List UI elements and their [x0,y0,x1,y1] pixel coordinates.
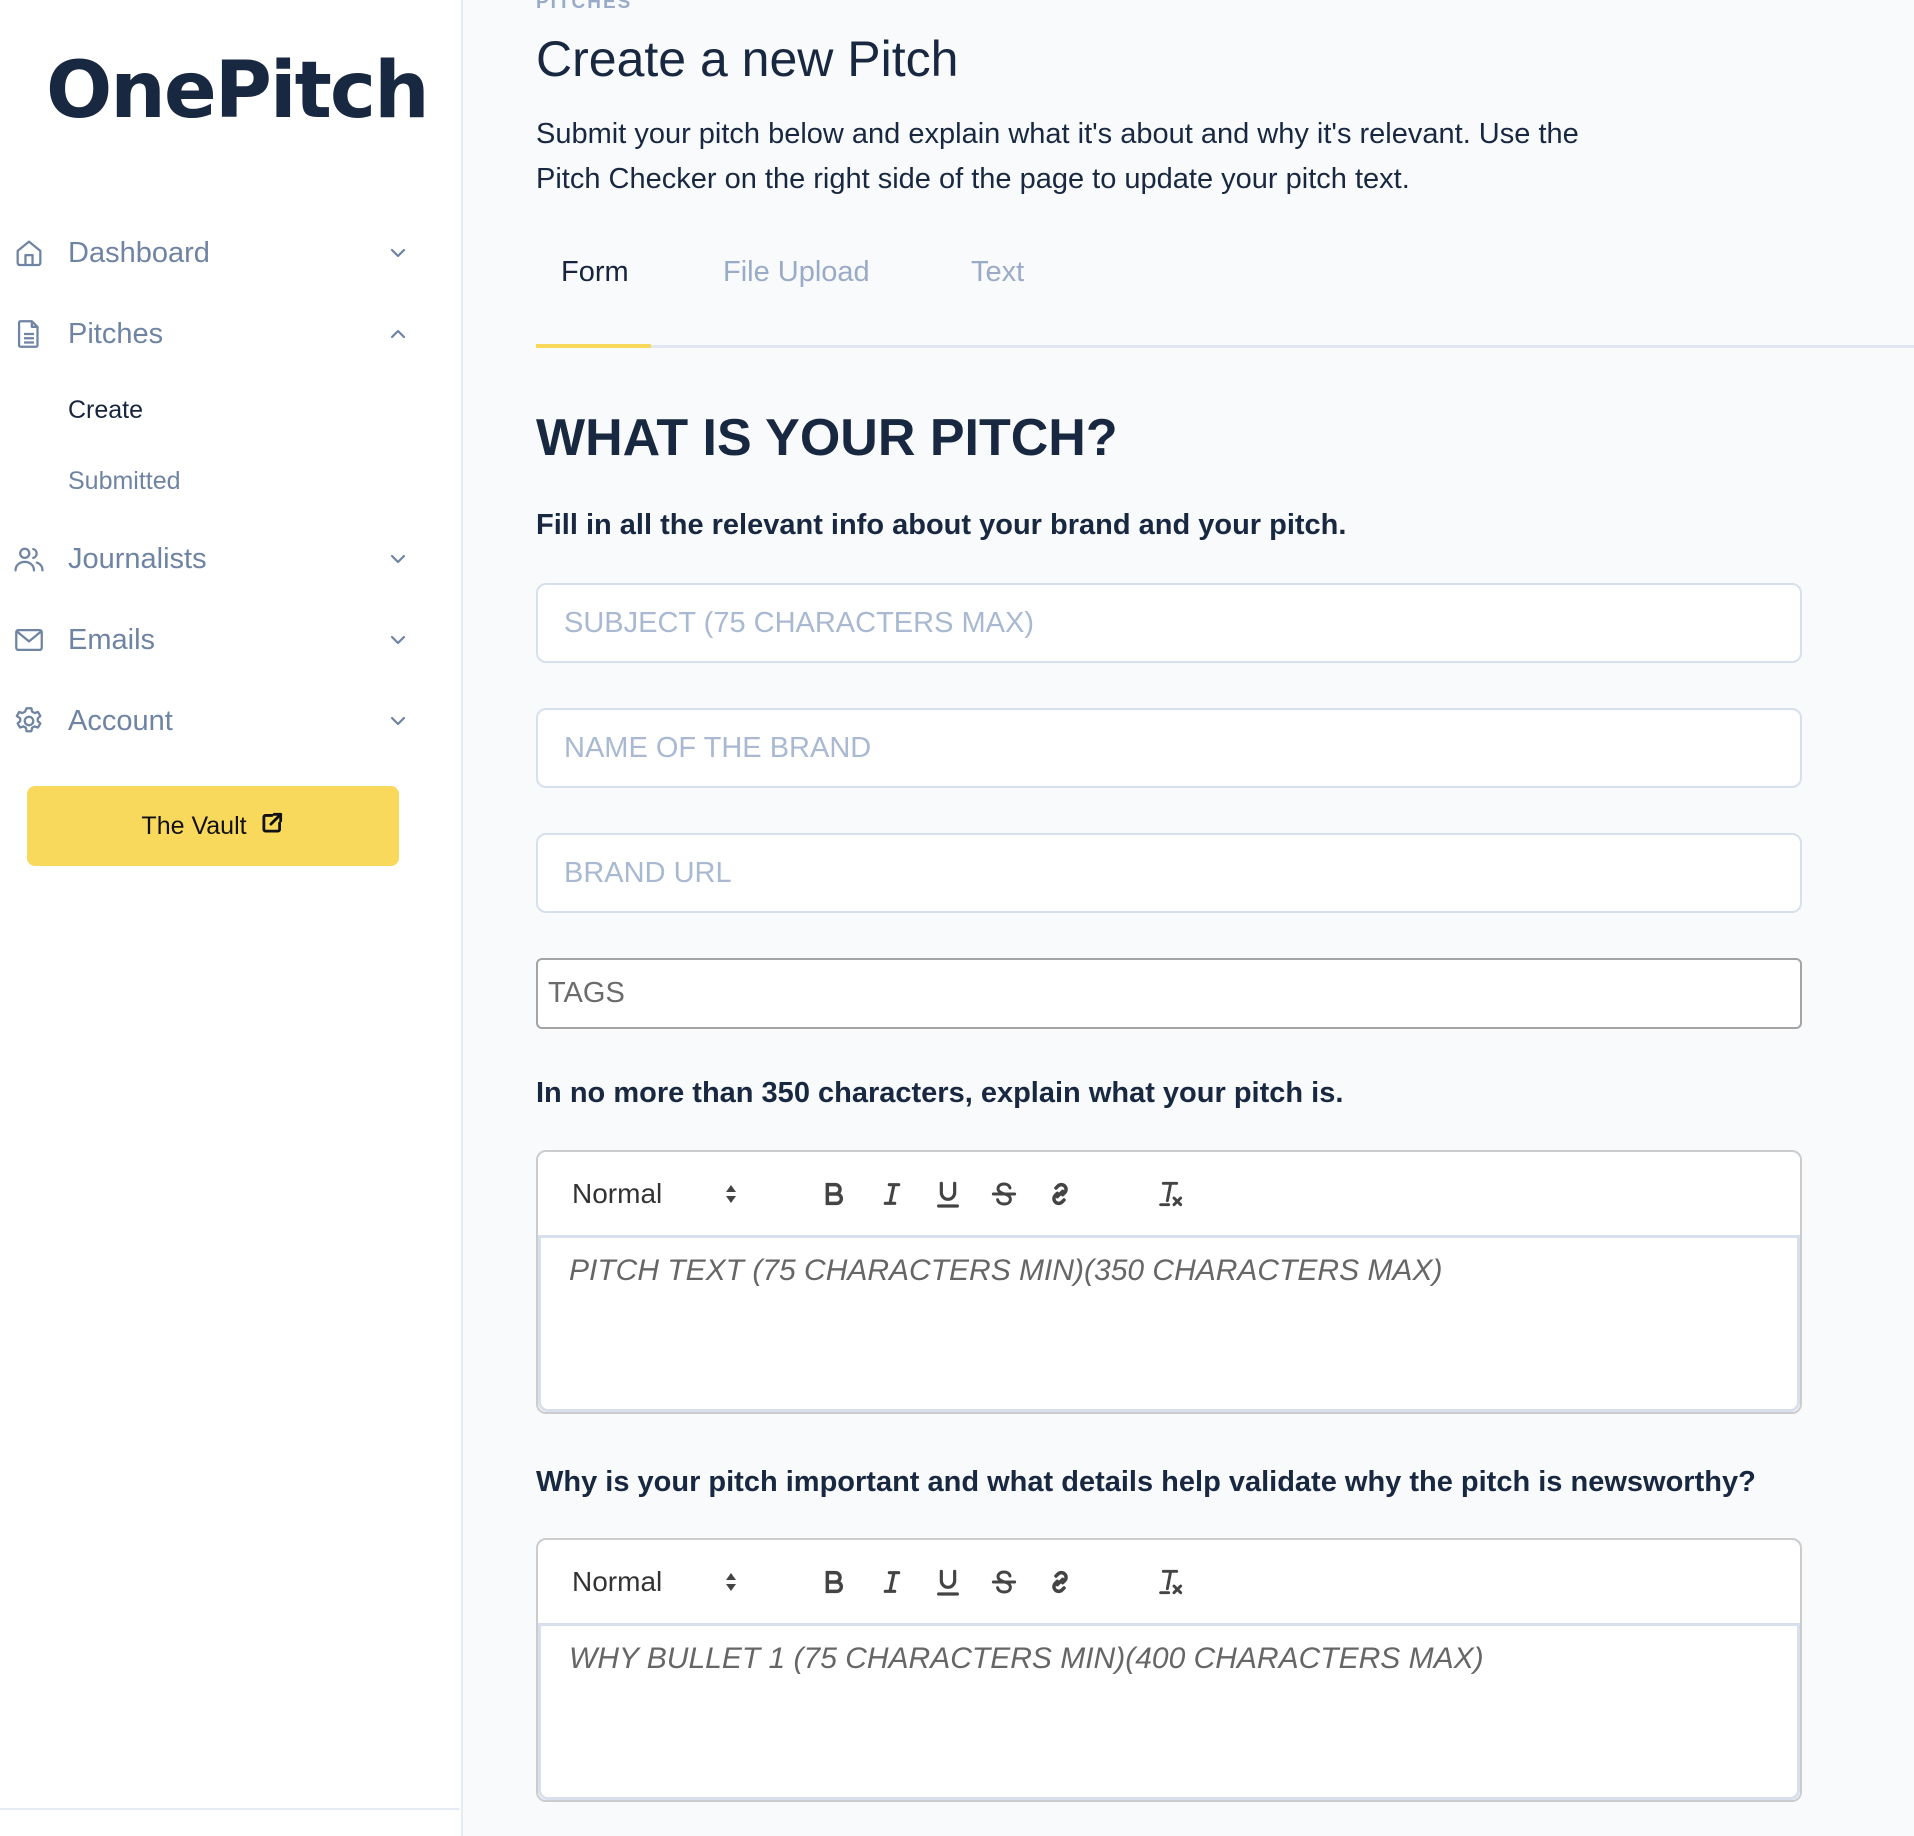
format-select[interactable]: Normal [572,1566,662,1598]
sidebar-subitem-submitted[interactable]: Submitted [68,467,181,496]
sidebar-footer-divider [0,1808,460,1810]
editor-placeholder: PITCH TEXT (75 CHARACTERS MIN)(350 CHARA… [569,1254,1443,1287]
sidebar-item-label: Journalists [68,542,207,575]
tags-input[interactable] [536,958,1802,1029]
chevron-up-icon[interactable] [386,322,410,346]
section-subheading: Fill in all the relevant info about your… [536,509,1347,541]
why-bullet-editor: Normal WHY BULLET 1 (75 CHARACTERS MIN)(… [536,1538,1802,1802]
sidebar-item-pitches[interactable]: Pitches [0,304,420,364]
document-icon [12,317,46,351]
sidebar-item-dashboard[interactable]: Dashboard [0,223,420,283]
why-bullet-text-area[interactable]: WHY BULLET 1 (75 CHARACTERS MIN)(400 CHA… [538,1626,1800,1800]
tab-bar: Form File Upload Text [536,240,1914,348]
underline-button[interactable] [930,1562,966,1602]
section-heading: WHAT IS YOUR PITCH? [536,409,1118,467]
home-icon [12,236,46,270]
logo[interactable]: OnePitch [46,52,430,130]
chevron-down-icon[interactable] [386,547,410,571]
editor-toolbar: Normal [538,1540,1800,1626]
users-icon [12,542,46,576]
editor-toolbar: Normal [538,1152,1800,1238]
tab-form[interactable]: Form [561,256,629,289]
sidebar-subitem-create[interactable]: Create [68,396,143,425]
strikethrough-button[interactable] [986,1174,1022,1214]
chevron-down-icon[interactable] [386,709,410,733]
sidebar-item-emails[interactable]: Emails [0,610,420,670]
sidebar-item-label: Account [68,704,173,737]
bold-button[interactable] [816,1562,852,1602]
pitch-text-label: In no more than 350 characters, explain … [536,1077,1344,1109]
sidebar-item-account[interactable]: Account [0,691,420,751]
pitch-text-area[interactable]: PITCH TEXT (75 CHARACTERS MIN)(350 CHARA… [538,1238,1800,1412]
underline-button[interactable] [930,1174,966,1214]
why-important-label: Why is your pitch important and what det… [536,1466,1756,1498]
tab-file-upload[interactable]: File Upload [723,256,870,289]
link-button[interactable] [1042,1562,1078,1602]
format-select[interactable]: Normal [572,1178,662,1210]
external-link-icon [259,810,285,843]
sidebar-item-label: Pitches [68,317,164,350]
gear-icon [12,704,46,738]
sidebar-item-journalists[interactable]: Journalists [0,529,420,589]
sidebar-item-label: Dashboard [68,236,210,269]
brand-url-input[interactable] [536,833,1802,913]
select-arrows-icon[interactable] [724,1570,738,1594]
chevron-down-icon[interactable] [386,628,410,652]
vault-button-label: The Vault [141,811,247,840]
page-description: Submit your pitch below and explain what… [536,118,1579,195]
mail-icon [12,623,46,657]
italic-button[interactable] [874,1174,910,1214]
clear-format-button[interactable] [1152,1562,1188,1602]
bold-button[interactable] [816,1174,852,1214]
sidebar: OnePitch Dashboard Pitches Create Submit… [0,0,463,1836]
sidebar-item-label: Emails [68,623,156,656]
brand-name-input[interactable] [536,708,1802,788]
italic-button[interactable] [874,1562,910,1602]
subject-input[interactable] [536,583,1802,663]
strikethrough-button[interactable] [986,1562,1022,1602]
tab-text[interactable]: Text [971,256,1024,289]
clear-format-button[interactable] [1152,1174,1188,1214]
breadcrumb: PITCHES [536,0,633,13]
link-button[interactable] [1042,1174,1078,1214]
chevron-down-icon[interactable] [386,241,410,265]
active-tab-indicator [536,344,651,348]
select-arrows-icon[interactable] [724,1182,738,1206]
editor-placeholder: WHY BULLET 1 (75 CHARACTERS MIN)(400 CHA… [569,1642,1484,1675]
pitch-text-editor: Normal PITCH TEXT (75 CHARACTERS MIN)(35… [536,1150,1802,1414]
vault-button[interactable]: The Vault [27,786,399,866]
page-title: Create a new Pitch [536,31,959,87]
